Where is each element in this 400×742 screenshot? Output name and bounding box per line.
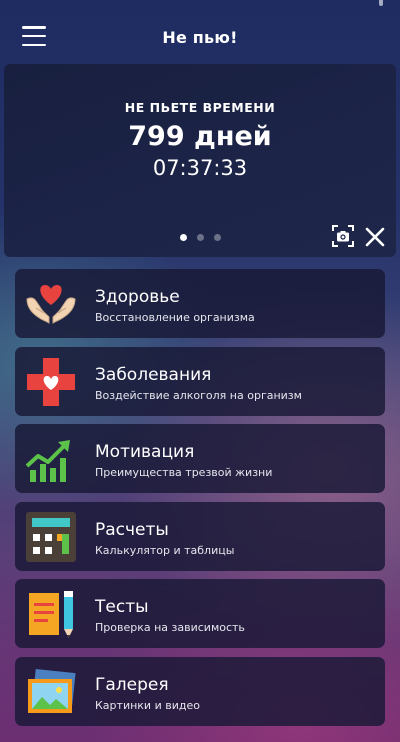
menu-item-health[interactable]: Здоровье Восстановление организма	[15, 269, 385, 338]
page-dot-1[interactable]	[180, 234, 187, 241]
menu-item-motivation[interactable]: Мотивация Преимущества трезвой жизни	[15, 424, 385, 493]
menu-item-gallery[interactable]: Галерея Картинки и видео	[15, 657, 385, 726]
menu-item-description: Калькулятор и таблицы	[95, 544, 235, 557]
page-dot-2[interactable]	[197, 234, 204, 241]
growth-chart-icon	[24, 432, 78, 486]
menu-item-title: Расчеты	[95, 520, 169, 540]
menu-item-diseases[interactable]: Заболевания Воздействие алкоголя на орга…	[15, 347, 385, 416]
menu-item-description: Преимущества трезвой жизни	[95, 466, 273, 479]
app-header: Не пью!	[0, 0, 400, 62]
menu-item-description: Картинки и видео	[95, 699, 200, 712]
status-indicator	[379, 0, 383, 6]
menu-item-title: Галерея	[95, 675, 169, 695]
menu-item-title: Тесты	[95, 597, 149, 617]
medical-cross-heart-icon	[24, 355, 78, 409]
menu-item-description: Проверка на зависимость	[95, 621, 245, 634]
menu-item-description: Восстановление организма	[95, 311, 255, 324]
notepad-pencil-icon	[24, 587, 78, 641]
calculator-icon	[24, 510, 78, 564]
menu-item-title: Заболевания	[95, 365, 212, 385]
close-icon[interactable]	[364, 226, 386, 248]
time-counter: 07:37:33	[152, 156, 248, 180]
days-counter: 799 дней	[128, 121, 272, 152]
screenshot-camera-icon[interactable]	[331, 224, 355, 248]
sober-timer-banner[interactable]: НЕ ПЬЕТЕ ВРЕМЕНИ 799 дней 07:37:33	[4, 64, 396, 257]
photo-gallery-icon	[24, 665, 78, 719]
page-title: Не пью!	[162, 28, 238, 47]
heart-hands-icon	[24, 277, 78, 331]
menu-item-title: Мотивация	[95, 442, 195, 462]
page-indicator[interactable]	[180, 234, 221, 241]
menu-item-tests[interactable]: Тесты Проверка на зависимость	[15, 579, 385, 648]
menu-item-calculations[interactable]: Расчеты Калькулятор и таблицы	[15, 502, 385, 571]
menu-item-description: Воздействие алкоголя на организм	[95, 389, 302, 402]
menu-item-title: Здоровье	[95, 287, 180, 307]
page-dot-3[interactable]	[214, 234, 221, 241]
timer-label: НЕ ПЬЕТЕ ВРЕМЕНИ	[124, 100, 276, 115]
